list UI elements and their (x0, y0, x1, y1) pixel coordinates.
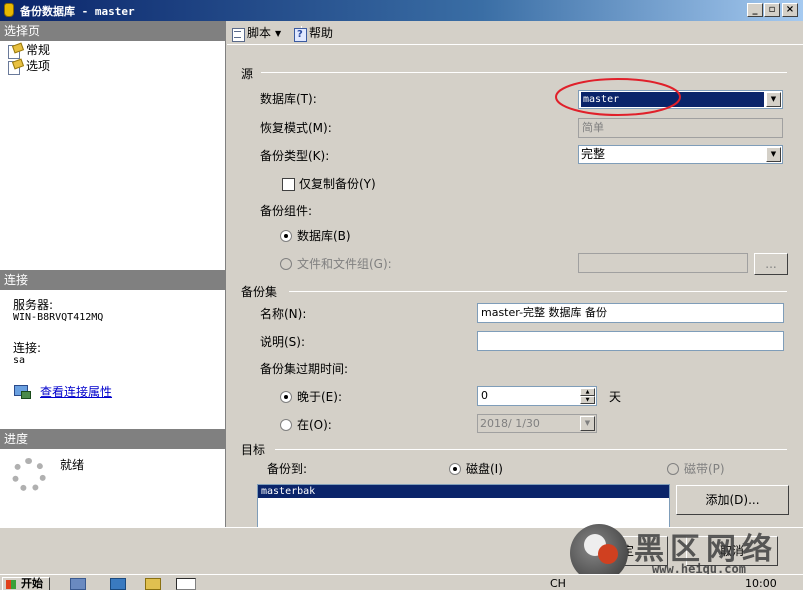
recovery-model-label: 恢复模式(M): (260, 121, 332, 135)
minimize-button[interactable]: _ (747, 3, 763, 17)
copy-only-checkbox[interactable] (282, 178, 295, 191)
select-page-header: 选择页 (0, 21, 226, 41)
description-field[interactable] (477, 331, 784, 351)
destination-tape-radio[interactable] (667, 463, 679, 475)
expire-date-picker[interactable]: 2018/ 1/30 ▼ (477, 414, 597, 433)
script-button[interactable]: 脚本 ▼ (231, 25, 281, 42)
progress-spinner-icon (12, 458, 46, 492)
script-icon (231, 27, 245, 42)
database-label: 数据库(T): (260, 92, 317, 106)
stepper-up-icon[interactable]: ▲ (580, 388, 595, 396)
clock: 10:00 (745, 577, 777, 590)
connection-header: 连接 (0, 270, 226, 290)
restore-button[interactable]: ▫ (764, 3, 780, 17)
view-connection-properties-link[interactable]: 查看连接属性 (40, 383, 112, 400)
backup-type-select[interactable]: 完整 ▼ (578, 145, 783, 164)
stepper-down-icon[interactable]: ▼ (580, 396, 595, 404)
source-section-label: 源 (241, 67, 254, 81)
dropdown-arrow-icon[interactable]: ▼ (275, 26, 281, 42)
script-label: 脚本 (247, 26, 272, 40)
page-item-options[interactable]: 选项 (6, 58, 51, 75)
start-button[interactable]: 开始 (2, 577, 50, 590)
description-label: 说明(S): (260, 335, 306, 349)
left-pane: 选择页 常规 选项 连接 服务器: WIN-B8RVQT412MQ 连接: sa… (0, 21, 226, 527)
destination-disk-radio[interactable] (449, 463, 461, 475)
page-item-label: 选项 (26, 59, 51, 73)
component-database-label: 数据库(B) (297, 229, 351, 243)
backup-type-label: 备份类型(K): (260, 149, 330, 163)
chevron-down-icon[interactable]: ▼ (580, 416, 595, 431)
backup-component-label: 备份组件: (260, 204, 313, 218)
server-label: 服务器: (13, 298, 54, 312)
help-button[interactable]: 帮助 (293, 25, 334, 43)
section-divider (289, 291, 787, 292)
page-item-label: 常规 (26, 43, 51, 57)
title-bar: 备份数据库 - master _ ▫ × (0, 0, 803, 21)
connection-value: sa (13, 355, 26, 366)
taskbar-app-icon[interactable] (176, 578, 196, 590)
window-title: 备份数据库 - master (20, 5, 135, 18)
section-divider (275, 449, 787, 450)
recovery-model-field: 简单 (578, 118, 783, 138)
annotation-ellipse (555, 78, 681, 116)
right-pane: 脚本▼ 帮助 源 数据库(T): master ▼ 恢复模式(M): 简单 备份… (227, 21, 803, 528)
expire-after-radio[interactable] (280, 391, 292, 403)
expire-date-value: 2018/ 1/30 (480, 417, 540, 430)
backup-set-section-label: 备份集 (241, 285, 278, 299)
copy-only-label: 仅复制备份(Y) (299, 177, 376, 191)
expire-days-value: 0 (481, 389, 488, 402)
expire-on-label: 在(O): (297, 418, 332, 432)
destination-section-label: 目标 (241, 443, 266, 457)
expire-on-radio[interactable] (280, 419, 292, 431)
connection-properties-icon (13, 384, 31, 399)
server-value: WIN-B8RVQT412MQ (13, 312, 104, 323)
backup-to-label: 备份到: (267, 462, 308, 476)
page-icon (6, 60, 22, 75)
page-item-general[interactable]: 常规 (6, 42, 51, 59)
name-label: 名称(N): (260, 307, 307, 321)
destination-tape-label: 磁带(P) (684, 462, 725, 476)
toolbar: 脚本▼ 帮助 (227, 21, 803, 45)
help-icon (293, 27, 307, 43)
component-files-label: 文件和文件组(G): (297, 257, 392, 271)
database-icon (4, 3, 14, 17)
expire-days-stepper[interactable]: 0 ▲ ▼ (477, 386, 597, 406)
chevron-down-icon[interactable]: ▼ (766, 147, 781, 162)
page-icon (6, 44, 22, 59)
close-button[interactable]: × (782, 3, 798, 17)
stepper-buttons: ▲ ▼ (580, 388, 595, 404)
add-destination-button[interactable]: 添加(D)... (676, 485, 789, 515)
language-indicator[interactable]: CH (550, 577, 566, 590)
progress-header: 进度 (0, 429, 226, 449)
destination-disk-label: 磁盘(I) (466, 462, 503, 476)
expire-label: 备份集过期时间: (260, 362, 349, 376)
component-database-radio[interactable] (280, 230, 292, 242)
list-item[interactable]: masterbak (258, 485, 669, 498)
backup-type-value: 完整 (581, 147, 606, 161)
taskbar: 开始 CH 10:00 (0, 574, 803, 590)
folder-icon[interactable] (145, 578, 161, 590)
backup-name-field[interactable]: master-完整 数据库 备份 (477, 303, 784, 323)
taskbar-app-icon[interactable] (70, 578, 86, 590)
connection-label: 连接: (13, 341, 42, 355)
browse-filegroups-button[interactable]: ... (754, 253, 788, 275)
progress-status: 就绪 (60, 458, 85, 472)
expire-after-label: 晚于(E): (297, 390, 342, 404)
filegroups-field (578, 253, 748, 273)
help-label: 帮助 (309, 26, 334, 40)
days-unit-label: 天 (609, 390, 622, 404)
taskbar-app-icon[interactable] (110, 578, 126, 590)
section-divider (261, 72, 787, 73)
chevron-down-icon[interactable]: ▼ (766, 92, 781, 107)
component-files-radio[interactable] (280, 258, 292, 270)
